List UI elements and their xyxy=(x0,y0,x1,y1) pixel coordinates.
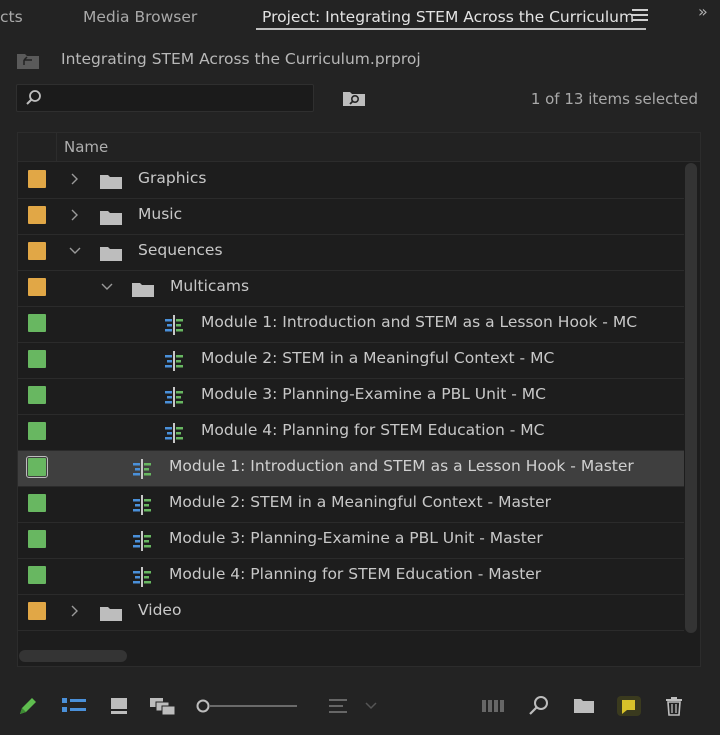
bin-name: Multicams xyxy=(170,277,250,295)
label-color-swatch[interactable] xyxy=(28,170,46,188)
folder-icon xyxy=(100,209,122,225)
label-color-swatch[interactable] xyxy=(28,602,46,620)
label-color-swatch[interactable] xyxy=(26,456,48,478)
folder-icon xyxy=(132,281,154,297)
sequence-icon xyxy=(163,386,185,408)
list-item[interactable]: Module 3: Planning-Examine a PBL Unit - … xyxy=(18,379,684,415)
label-color-swatch[interactable] xyxy=(28,566,46,584)
chevron-right-icon[interactable] xyxy=(68,206,82,224)
vertical-scroll-thumb[interactable] xyxy=(685,163,697,633)
icon-view-icon[interactable] xyxy=(108,694,132,718)
new-bin-icon[interactable] xyxy=(572,694,596,718)
horizontal-scrollbar[interactable] xyxy=(19,650,127,662)
active-tab-indicator xyxy=(256,28,646,30)
project-file-name: Integrating STEM Across the Curriculum.p… xyxy=(61,50,421,68)
list-item[interactable]: Multicams xyxy=(18,271,684,307)
sequence-icon xyxy=(131,566,153,588)
search-input[interactable] xyxy=(49,87,308,111)
bin-name: Video xyxy=(138,601,182,619)
sort-dropdown-chevron-icon[interactable] xyxy=(362,694,386,718)
folder-icon xyxy=(100,245,122,261)
list-item[interactable]: Module 1: Introduction and STEM as a Les… xyxy=(18,307,684,343)
sequence-icon xyxy=(163,422,185,444)
sequence-name: Module 4: Planning for STEM Education - … xyxy=(201,421,545,439)
sequence-name: Module 3: Planning-Examine a PBL Unit - … xyxy=(201,385,546,403)
selection-status: 1 of 13 items selected xyxy=(530,90,698,108)
sequence-name: Module 4: Planning for STEM Education - … xyxy=(169,565,542,583)
tab-effects[interactable]: cts xyxy=(0,6,23,28)
list-item[interactable]: Music xyxy=(18,199,684,235)
bottom-toolbar xyxy=(0,688,720,724)
list-item[interactable]: Module 2: STEM in a Meaningful Context -… xyxy=(18,487,684,523)
panel-menu-icon[interactable] xyxy=(632,7,648,23)
folder-icon xyxy=(100,173,122,189)
pencil-icon[interactable] xyxy=(16,694,40,718)
project-item-list: Name Graphics Music Sequences Multicams Modu… xyxy=(17,132,701,667)
sequence-name: Module 1: Introduction and STEM as a Les… xyxy=(169,457,634,475)
label-color-swatch[interactable] xyxy=(28,278,46,296)
find-icon[interactable] xyxy=(527,694,551,718)
bin-name: Graphics xyxy=(138,169,207,187)
list-item[interactable]: Module 4: Planning for STEM Education - … xyxy=(18,415,684,451)
vertical-scrollbar[interactable] xyxy=(684,163,698,633)
label-color-swatch[interactable] xyxy=(28,242,46,260)
label-color-swatch[interactable] xyxy=(28,206,46,224)
tab-project[interactable]: Project: Integrating STEM Across the Cur… xyxy=(262,6,634,28)
label-color-swatch[interactable] xyxy=(28,386,46,404)
list-item[interactable]: Sequences xyxy=(18,235,684,271)
zoom-slider[interactable] xyxy=(196,698,300,714)
list-rows: Graphics Music Sequences Multicams Module 1:… xyxy=(18,163,684,631)
clear-icon[interactable] xyxy=(662,694,686,718)
list-item[interactable]: Module 1: Introduction and STEM as a Les… xyxy=(18,451,684,487)
label-color-swatch[interactable] xyxy=(28,314,46,332)
list-header: Name xyxy=(18,133,700,162)
sequence-name: Module 2: STEM in a Meaningful Context -… xyxy=(201,349,555,367)
folder-icon xyxy=(100,605,122,621)
sequence-name: Module 1: Introduction and STEM as a Les… xyxy=(201,313,638,331)
label-color-swatch[interactable] xyxy=(28,350,46,368)
sequence-name: Module 2: STEM in a Meaningful Context -… xyxy=(169,493,551,511)
overflow-chevron-icon[interactable]: » xyxy=(698,2,708,21)
sequence-icon xyxy=(163,350,185,372)
bin-name: Music xyxy=(138,205,183,223)
bin-name: Sequences xyxy=(138,241,223,259)
sequence-icon xyxy=(131,530,153,552)
panel-tab-bar: cts Media Browser Project: Integrating S… xyxy=(0,0,720,34)
sequence-icon xyxy=(131,494,153,516)
chevron-down-icon[interactable] xyxy=(68,242,82,260)
freeform-view-icon[interactable] xyxy=(148,694,176,718)
search-icon xyxy=(26,90,41,105)
label-color-swatch[interactable] xyxy=(28,494,46,512)
chevron-right-icon[interactable] xyxy=(68,602,82,620)
chevron-down-icon[interactable] xyxy=(100,278,114,296)
name-column-header[interactable]: Name xyxy=(64,138,108,156)
list-item[interactable]: Video xyxy=(18,595,684,631)
find-bin-icon[interactable] xyxy=(342,88,366,108)
tab-media-browser[interactable]: Media Browser xyxy=(83,6,197,28)
new-item-icon[interactable] xyxy=(616,694,641,718)
label-color-swatch[interactable] xyxy=(28,530,46,548)
list-item[interactable]: Module 4: Planning for STEM Education - … xyxy=(18,559,684,595)
sort-icon[interactable] xyxy=(326,694,350,718)
label-color-swatch[interactable] xyxy=(28,422,46,440)
search-field[interactable] xyxy=(16,84,314,112)
list-item[interactable]: Graphics xyxy=(18,163,684,199)
list-item[interactable]: Module 2: STEM in a Meaningful Context -… xyxy=(18,343,684,379)
list-view-icon[interactable] xyxy=(61,694,86,718)
sequence-icon xyxy=(131,458,153,480)
automate-to-sequence-icon[interactable] xyxy=(480,694,504,718)
sequence-name: Module 3: Planning-Examine a PBL Unit - … xyxy=(169,529,543,547)
label-column-header[interactable] xyxy=(18,133,57,161)
list-item[interactable]: Module 3: Planning-Examine a PBL Unit - … xyxy=(18,523,684,559)
project-up-icon[interactable] xyxy=(16,50,40,70)
chevron-right-icon[interactable] xyxy=(68,170,82,188)
sequence-icon xyxy=(163,314,185,336)
